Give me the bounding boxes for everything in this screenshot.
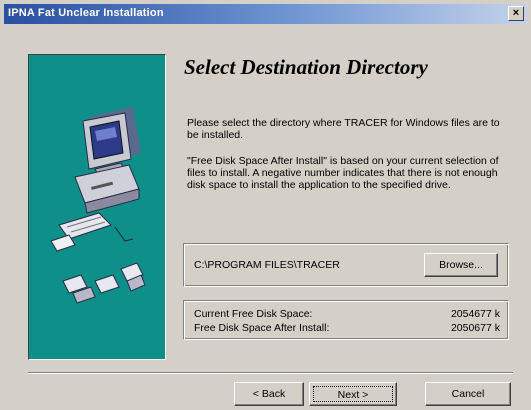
floppy-disk-icon [62,262,146,304]
cancel-button[interactable]: Cancel [425,382,511,406]
back-button[interactable]: < Back [234,382,304,406]
disk-space-note: "Free Disk Space After Install" is based… [187,155,499,191]
close-button[interactable]: × [508,6,524,21]
current-free-space-value: 2054677 k [450,308,500,320]
installer-window: IPNA Fat Unclear Installation × Select D… [0,0,531,410]
title-bar[interactable]: IPNA Fat Unclear Installation × [4,4,527,24]
free-space-after-label: Free Disk Space After Install: [194,322,330,334]
free-space-after-row: Free Disk Space After Install: 2050677 k [194,322,500,334]
current-free-space-row: Current Free Disk Space: 2054677 k [194,308,500,320]
description-text: Please select the directory where TRACER… [187,117,500,141]
free-space-after-value: 2050677 k [450,322,500,334]
destination-folder-group: C:\PROGRAM FILES\TRACER Browse... [183,243,509,287]
installer-graphic-panel [28,54,166,360]
window-title: IPNA Fat Unclear Installation [8,7,164,19]
current-free-space-label: Current Free Disk Space: [194,308,313,320]
disk-space-group: Current Free Disk Space: 2054677 k Free … [183,300,509,340]
browse-button[interactable]: Browse... [424,253,498,277]
next-button[interactable]: Next > [309,382,397,406]
next-button-label: Next > [313,386,393,402]
button-separator [28,372,513,374]
page-heading: Select Destination Directory [184,55,428,79]
destination-path: C:\PROGRAM FILES\TRACER [194,259,340,271]
computer-icon [50,107,146,304]
